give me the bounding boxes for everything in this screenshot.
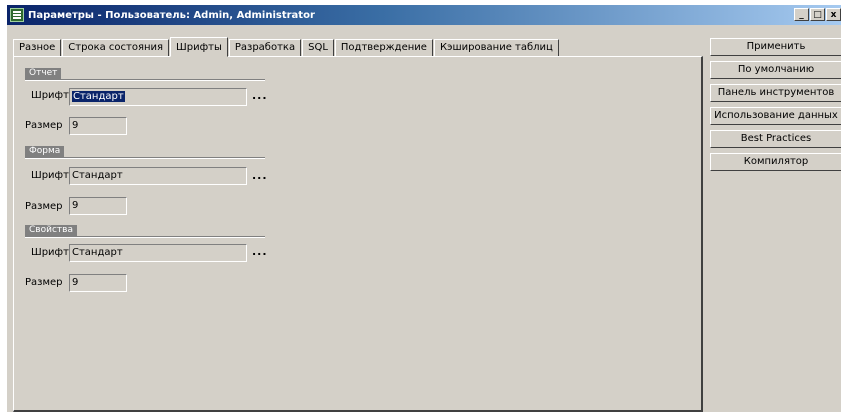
tab-sql[interactable]: SQL [302, 39, 334, 56]
minimize-button[interactable]: _ [794, 8, 809, 21]
report-font-label: Шрифт [31, 90, 69, 101]
report-font-browse-button[interactable]: ... [252, 89, 268, 102]
form-group-title: Форма [25, 146, 65, 157]
options-window: Параметры - Пользователь: Admin, Adminis… [6, 4, 841, 412]
form-font-label: Шрифт [31, 170, 69, 181]
app-icon [10, 8, 24, 22]
best-practices-button[interactable]: Best Practices [710, 130, 841, 148]
tab-status-bar[interactable]: Строка состояния [62, 39, 170, 56]
report-size-field[interactable]: 9 [69, 117, 127, 135]
fonts-panel: Отчет Шрифт Стандарт ... Размер 9 Форма … [13, 56, 703, 412]
maximize-button[interactable]: □ [810, 8, 825, 21]
report-group-divider [25, 79, 265, 81]
tab-development[interactable]: Разработка [228, 39, 302, 56]
tab-misc[interactable]: Разное [13, 39, 62, 56]
apply-button[interactable]: Применить [710, 38, 841, 56]
form-size-field[interactable]: 9 [69, 197, 127, 215]
report-font-field[interactable]: Стандарт [69, 88, 247, 106]
report-group-title: Отчет [25, 68, 62, 79]
properties-font-browse-button[interactable]: ... [252, 245, 268, 258]
window-title: Параметры - Пользователь: Admin, Adminis… [28, 9, 315, 21]
properties-font-field[interactable]: Стандарт [69, 244, 247, 262]
tab-table-caching[interactable]: Кэширование таблиц [433, 39, 559, 56]
report-size-label: Размер [25, 120, 63, 131]
report-font-value: Стандарт [72, 91, 125, 102]
compiler-button[interactable]: Компилятор [710, 153, 841, 171]
toolbar-button[interactable]: Панель инструментов [710, 84, 841, 102]
properties-font-label: Шрифт [31, 247, 69, 258]
form-font-browse-button[interactable]: ... [252, 169, 268, 182]
defaults-button[interactable]: По умолчанию [710, 61, 841, 79]
close-button[interactable]: x [826, 8, 841, 21]
data-usage-button[interactable]: Использование данных [710, 107, 841, 125]
form-font-field[interactable]: Стандарт [69, 167, 247, 185]
window-controls: _ □ x [793, 8, 841, 21]
tab-confirmation[interactable]: Подтверждение [334, 39, 433, 56]
tab-fonts[interactable]: Шрифты [170, 37, 228, 57]
properties-size-label: Размер [25, 277, 63, 288]
title-bar[interactable]: Параметры - Пользователь: Admin, Adminis… [7, 5, 841, 25]
tab-strip: Разное Строка состояния Шрифты Разработк… [13, 36, 560, 57]
properties-group-divider [25, 236, 265, 238]
properties-size-field[interactable]: 9 [69, 274, 127, 292]
properties-group-title: Свойства [25, 225, 77, 236]
form-group-divider [25, 157, 265, 159]
form-size-label: Размер [25, 201, 63, 212]
